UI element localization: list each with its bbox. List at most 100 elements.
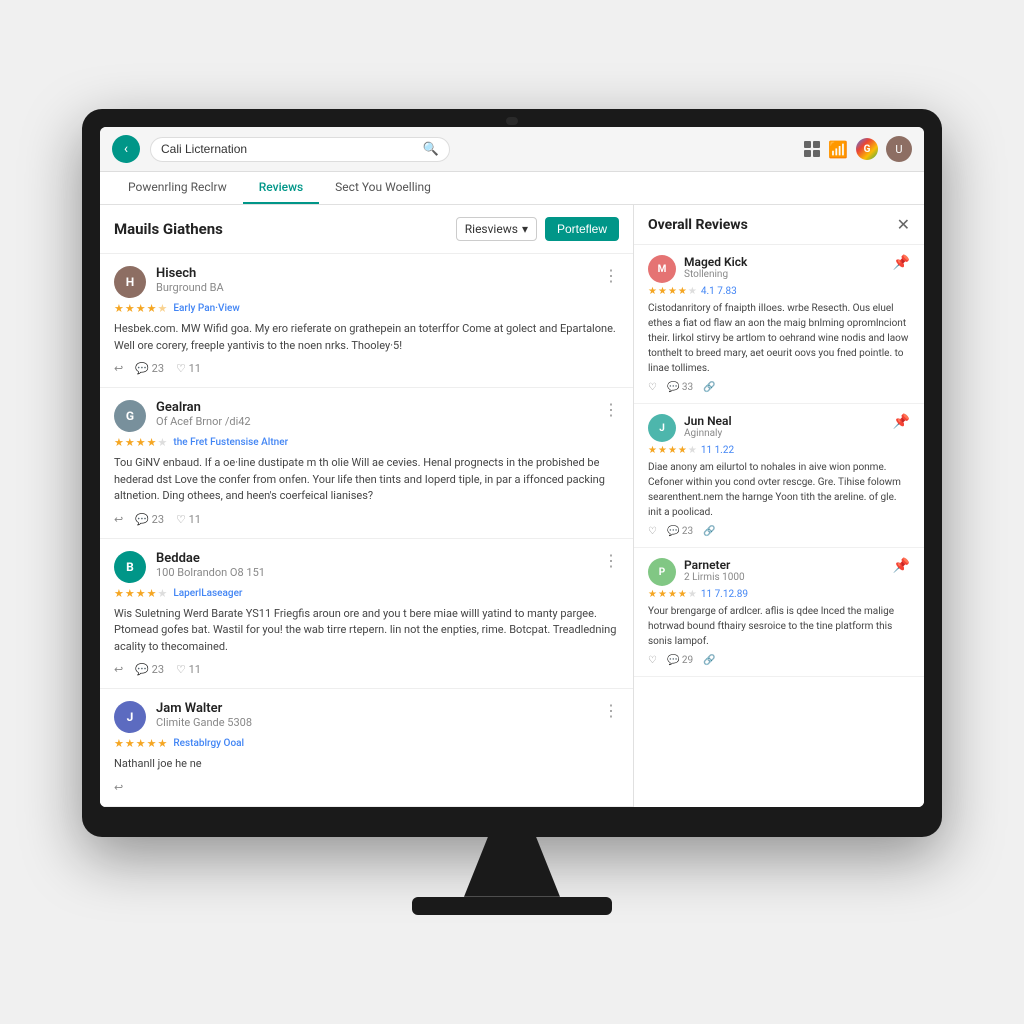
reviews-list: H Hisech Burground BA ⋮ ★★★★★ Early Pan·… [100, 254, 633, 807]
monitor-base [412, 897, 612, 915]
overall-comment-button[interactable]: 💬 29 [667, 655, 693, 666]
star-filled: ★ [658, 286, 667, 297]
close-button[interactable]: ✕ [897, 215, 910, 234]
monitor-outer: ‹ 🔍 📶 G U Powenrling Reclrw R [82, 109, 942, 837]
reviewer-avatar: J [114, 701, 146, 733]
comment-button[interactable]: 💬 23 [135, 513, 164, 526]
overall-like-button[interactable]: ♡ [648, 655, 657, 666]
like-button[interactable]: ♡ 11 [176, 663, 201, 676]
star-empty: ★ [158, 587, 168, 600]
overall-reviewer-avatar: J [648, 414, 676, 442]
right-panel-header: Overall Reviews ✕ [634, 205, 924, 245]
monitor-screen: ‹ 🔍 📶 G U Powenrling Reclrw R [100, 127, 924, 807]
review-text: Tou GiNV enbaud. If a oe·line dustipate … [114, 455, 619, 505]
overall-reviewer-avatar: M [648, 255, 676, 283]
reviewer-info: Hisech Burground BA [156, 266, 593, 294]
address-input[interactable] [161, 142, 417, 156]
overall-actions: ♡ 💬 33 🔗 [648, 382, 910, 393]
overall-reviews-list: M Maged Kick Stollening 📌 ★★★★★ 4.1 7.83… [634, 245, 924, 677]
pin-button[interactable]: 📌 [893, 558, 910, 574]
star-filled: ★ [114, 436, 124, 449]
overall-share-button[interactable]: 🔗 [703, 526, 715, 537]
header-actions: Riesviews ▾ Porteflew [456, 217, 619, 241]
left-panel-header: Mauils Giathens Riesviews ▾ Porteflew [100, 205, 633, 254]
review-item: J Jam Walter Climite Gande 5308 ⋮ ★★★★★ … [100, 689, 633, 807]
overall-rating-text: 11 1.22 [701, 445, 734, 456]
reviews-dropdown[interactable]: Riesviews ▾ [456, 217, 537, 241]
overall-review-item: P Parneter 2 Lirmis 1000 📌 ★★★★★ 11 7.12… [634, 548, 924, 677]
reply-button[interactable]: ↩ [114, 513, 123, 526]
overall-like-button[interactable]: ♡ [648, 382, 657, 393]
reply-button[interactable]: ↩ [114, 362, 123, 375]
reply-button[interactable]: ↩ [114, 781, 123, 794]
review-text: Nathanll joe he ne [114, 756, 619, 773]
comment-button[interactable]: 💬 23 [135, 663, 164, 676]
review-actions: ↩ 💬 23 ♡ 11 [114, 362, 619, 375]
star-half: ★ [158, 302, 168, 315]
review-menu-icon[interactable]: ⋮ [603, 551, 619, 570]
browser-icons: 📶 G U [804, 136, 912, 162]
overall-like-button[interactable]: ♡ [648, 526, 657, 537]
back-button[interactable]: ‹ [112, 135, 140, 163]
star-filled: ★ [136, 436, 146, 449]
reviewer-name: Jam Walter [156, 701, 593, 716]
star-filled: ★ [147, 436, 157, 449]
pin-button[interactable]: 📌 [893, 414, 910, 430]
grid-icon[interactable] [804, 141, 820, 157]
overall-reviewer-name: Maged Kick [684, 255, 885, 269]
star-filled: ★ [136, 587, 146, 600]
review-menu-icon[interactable]: ⋮ [603, 400, 619, 419]
search-icon[interactable]: 🔍 [423, 142, 439, 157]
overall-reviewer-info: Maged Kick Stollening [684, 255, 885, 280]
overall-reviewer-sub: Stollening [684, 269, 885, 280]
like-button[interactable]: ♡ 11 [176, 362, 201, 375]
reply-button[interactable]: ↩ [114, 663, 123, 676]
like-button[interactable]: ♡ 11 [176, 513, 201, 526]
tab-reviews[interactable]: Reviews [243, 172, 319, 204]
post-review-button[interactable]: Porteflew [545, 217, 619, 241]
address-bar[interactable]: 🔍 [150, 137, 450, 162]
star-filled: ★ [125, 436, 135, 449]
reviewer-meta: 100 Bolrandon O8 151 [156, 566, 593, 579]
overall-share-button[interactable]: 🔗 [703, 382, 715, 393]
review-actions: ↩ 💬 23 ♡ 11 [114, 663, 619, 676]
wifi-icon: 📶 [828, 140, 848, 159]
tab-powenrling[interactable]: Powenrling Reclrw [112, 172, 243, 204]
review-actions: ↩ 💬 23 ♡ 11 [114, 513, 619, 526]
star-empty: ★ [158, 436, 168, 449]
review-menu-icon[interactable]: ⋮ [603, 701, 619, 720]
star-filled: ★ [648, 286, 657, 297]
star-filled: ★ [147, 737, 157, 750]
star-filled: ★ [668, 286, 677, 297]
review-tag: LaperlLaseager [173, 588, 242, 599]
reviewer-info: Beddae 100 Bolrandon O8 151 [156, 551, 593, 579]
star-filled: ★ [147, 302, 157, 315]
overall-comment-button[interactable]: 💬 23 [667, 526, 693, 537]
pin-button[interactable]: 📌 [893, 255, 910, 271]
review-menu-icon[interactable]: ⋮ [603, 266, 619, 285]
reviewer-avatar: H [114, 266, 146, 298]
overall-rating-text: 11 7.12.89 [701, 589, 748, 600]
user-avatar[interactable]: U [886, 136, 912, 162]
tab-bar: Powenrling Reclrw Reviews Sect You Woell… [100, 172, 924, 205]
overall-rating-text: 4.1 7.83 [701, 286, 737, 297]
star-filled: ★ [648, 445, 657, 456]
star-empty: ★ [688, 445, 697, 456]
overall-review-text: Your brengarge of ardlcer. aflis is qdee… [648, 604, 910, 649]
star-filled: ★ [125, 302, 135, 315]
overall-comment-button[interactable]: 💬 33 [667, 382, 693, 393]
google-icon[interactable]: G [856, 138, 878, 160]
right-panel-title: Overall Reviews [648, 217, 748, 233]
overall-review-item: M Maged Kick Stollening 📌 ★★★★★ 4.1 7.83… [634, 245, 924, 404]
overall-share-button[interactable]: 🔗 [703, 655, 715, 666]
review-actions: ↩ [114, 781, 619, 794]
review-tag: the Fret Fustensise Altner [173, 437, 288, 448]
reviewer-name: Hisech [156, 266, 593, 281]
comment-button[interactable]: 💬 23 [135, 362, 164, 375]
star-filled: ★ [114, 587, 124, 600]
tab-sect[interactable]: Sect You Woelling [319, 172, 447, 204]
monitor-stand [452, 837, 572, 897]
main-content: Mauils Giathens Riesviews ▾ Porteflew H [100, 205, 924, 807]
star-empty: ★ [688, 286, 697, 297]
star-filled: ★ [658, 445, 667, 456]
